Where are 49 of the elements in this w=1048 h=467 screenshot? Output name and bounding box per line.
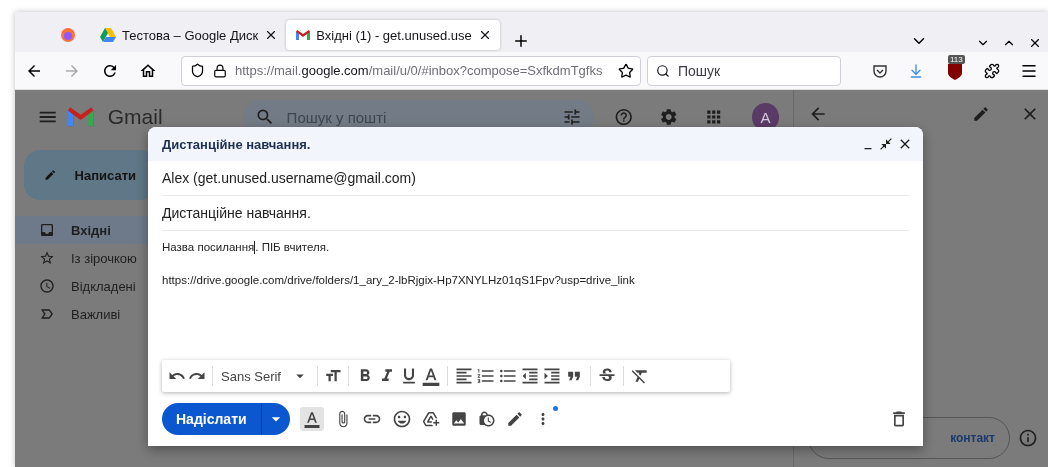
body-text: Назва посилання. ПІБ вчителя. (162, 241, 331, 255)
send-button[interactable]: Надіслати (162, 403, 262, 435)
image-icon[interactable] (449, 410, 468, 428)
gmail-logo-text: Gmail (107, 105, 163, 129)
send-options-button[interactable] (261, 403, 290, 435)
inbox-icon[interactable] (39, 222, 55, 238)
tab-title: Вхідні (1) - get.unused.use (316, 27, 472, 43)
lock-icon[interactable] (213, 63, 227, 78)
lock-clock-icon[interactable] (477, 410, 496, 428)
browser-tab[interactable]: Вхідні (1) - get.unused.use (286, 20, 500, 50)
search-icon[interactable] (656, 63, 670, 78)
indent-more-icon[interactable] (542, 366, 562, 386)
help-icon[interactable] (613, 107, 634, 127)
text-color-icon[interactable] (421, 366, 441, 386)
exit-fullscreen-icon[interactable] (879, 137, 893, 151)
emoji-icon[interactable] (391, 409, 412, 429)
align-left-icon[interactable] (454, 366, 474, 386)
pencil-icon[interactable] (972, 105, 990, 123)
pocket-icon[interactable] (872, 62, 888, 79)
puzzle-icon[interactable] (984, 62, 1000, 79)
download-icon[interactable] (908, 62, 924, 79)
important-icon[interactable] (39, 306, 55, 322)
search-field[interactable]: Пошук (647, 55, 841, 86)
recipient-text[interactable]: Alex (get.unused.username@gmail.com) (162, 170, 416, 186)
browser-tab[interactable]: Тестова – Google Диск (90, 20, 287, 50)
shield-icon[interactable] (190, 63, 205, 78)
font-dropdown[interactable]: Sans Serif (219, 367, 311, 385)
gmail-logo-icon (296, 29, 311, 41)
info-icon[interactable] (1018, 428, 1038, 448)
url-text: https://mail.google.com/mail/u/0/#inbox?compose=SxfkdmTgfks (235, 63, 604, 78)
close-icon[interactable] (1028, 36, 1042, 50)
drive-logo-icon (100, 28, 116, 42)
pen-icon[interactable] (505, 410, 524, 428)
numbered-list-icon[interactable] (476, 366, 496, 386)
body-text: https://drive.google.com/drive/folders/1_ary_2-lbRjgix-Hp7XNYLHz01qS1Fpv?usp=drive_link (162, 274, 636, 287)
tab-title: Тестова – Google Диск (122, 27, 259, 43)
badge-count: 113 (948, 54, 965, 64)
nav-item[interactable]: Важливі (15, 300, 215, 328)
gmail-logo-icon (68, 107, 94, 127)
drive-icon[interactable] (421, 410, 440, 428)
settings-icon[interactable] (659, 107, 679, 127)
snoozed-icon[interactable] (39, 278, 55, 294)
starred-icon[interactable] (39, 250, 55, 266)
dialog-title: Дистанційне навчання. (162, 136, 312, 152)
browser-logo-icon[interactable] (59, 27, 76, 43)
indent-less-icon[interactable] (520, 366, 540, 386)
search-input[interactable]: Пошук (676, 61, 826, 80)
address-field[interactable]: https://mail.google.com/mail/u/0/#inbox?compose=SxfkdmTgfks (181, 55, 641, 86)
star-icon[interactable] (618, 62, 634, 79)
